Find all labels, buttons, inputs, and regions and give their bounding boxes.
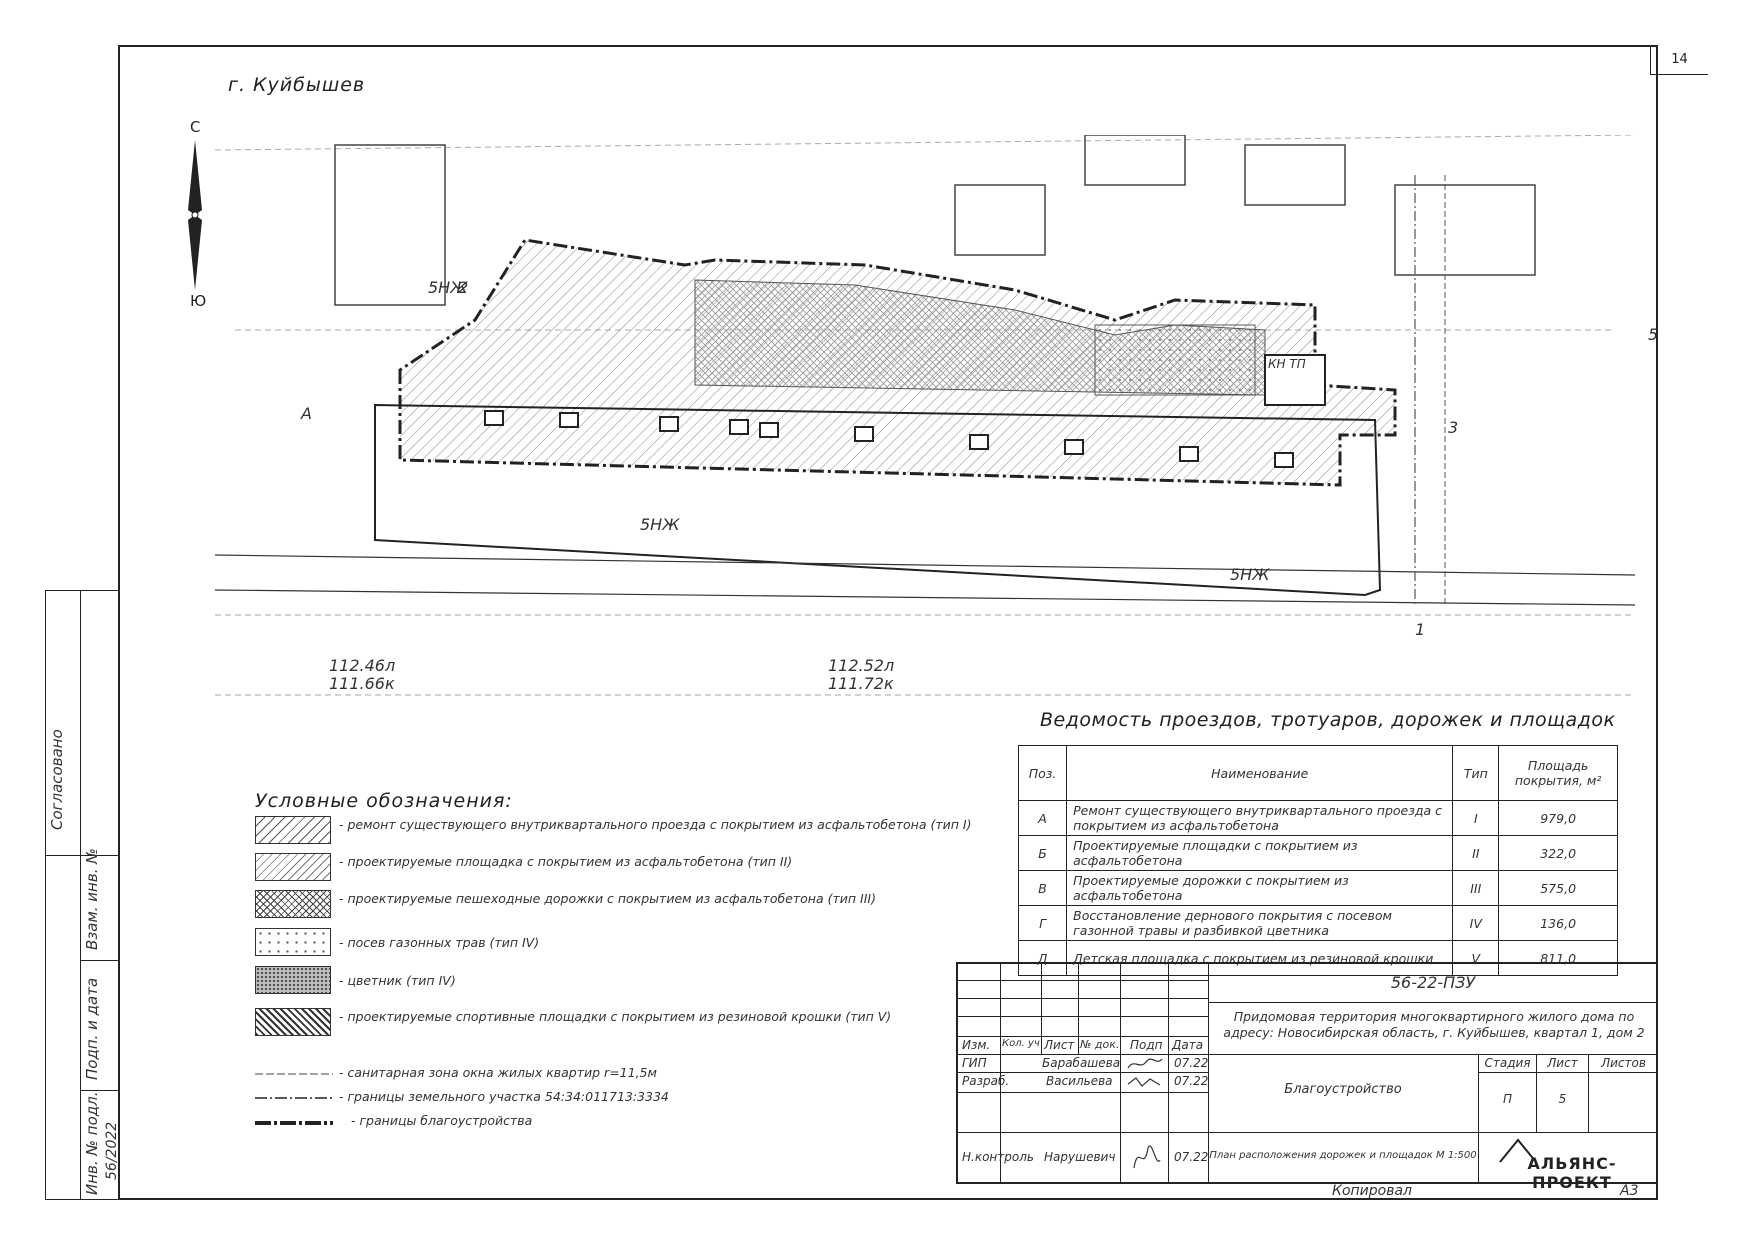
- date-gip: 07.22: [1174, 1056, 1209, 1070]
- table-row: Г Восстановление дернового покрытия с по…: [1017, 905, 1618, 941]
- legend-text: - проектируемые пешеходные дорожки с пок…: [339, 891, 876, 906]
- table-cell: 575,0: [1498, 870, 1618, 906]
- name-razrab: Васильева: [1046, 1074, 1113, 1088]
- table-cell: В: [1017, 870, 1068, 906]
- signature-icon: [1127, 1077, 1161, 1087]
- table-cell: Восстановление дернового покрытия с посе…: [1066, 905, 1454, 941]
- table-cell: 136,0: [1498, 905, 1618, 941]
- role-nkontrol: Н.контроль: [962, 1150, 1034, 1164]
- statement-title: Ведомость проездов, тротуаров, дорожек и…: [1040, 709, 1616, 731]
- statement-table: Поз. Наименование Тип Площадь покрытия, …: [1017, 745, 1618, 976]
- compass-arrow-icon: [188, 140, 202, 290]
- col-header: Наименование: [1066, 745, 1454, 801]
- table-cell: III: [1452, 870, 1500, 906]
- signature-icon: [1133, 1145, 1161, 1169]
- col-header-date: Дата: [1172, 1038, 1204, 1052]
- building-1-label: 1: [1415, 620, 1426, 639]
- signature-icon: [1127, 1058, 1163, 1069]
- dash-dot-line-icon: [255, 1097, 333, 1099]
- date-razrab: 07.22: [1174, 1074, 1209, 1088]
- parcel-label-1: 5НЖ: [640, 515, 680, 534]
- elev-2b: 111.72к: [828, 674, 894, 693]
- table-row: Б Проектируемые площадки с покрытием из …: [1017, 835, 1618, 871]
- agreed-label: Согласовано: [48, 729, 66, 830]
- sheet-value: 5: [1558, 1092, 1567, 1106]
- legend-text: - границы земельного участка 54:34:01171…: [339, 1089, 669, 1104]
- legend-swatch-hatch: [255, 816, 331, 844]
- name-gip: Барабашева: [1042, 1056, 1121, 1070]
- table-cell: Проектируемые площадки с покрытием из ас…: [1066, 835, 1454, 871]
- role-gip: ГИП: [962, 1056, 987, 1070]
- zone-a-label: А: [301, 404, 312, 423]
- legend-text: - ремонт существующего внутриквартальног…: [339, 817, 972, 832]
- table-cell: 322,0: [1498, 835, 1618, 871]
- inv-zam-label: Взам. инв. №: [83, 848, 101, 950]
- legend-text: - санитарная зона окна жилых квартир r=1…: [339, 1065, 657, 1080]
- title-block: Изм. Кол. уч Лист № док. Подп Дата ГИП Б…: [956, 962, 1658, 1192]
- name-nkontrol: Нарушевич: [1044, 1150, 1116, 1164]
- table-cell: Г: [1017, 905, 1068, 941]
- legend-swatch-dots: [255, 928, 331, 956]
- building-2-label: 2: [458, 278, 469, 297]
- table-cell: II: [1452, 835, 1500, 871]
- table-row: В Проектируемые дорожки с покрытием из а…: [1017, 870, 1618, 906]
- col-header: Поз.: [1017, 745, 1068, 801]
- legend-swatch-grey: [255, 966, 331, 994]
- table-cell: 979,0: [1498, 800, 1618, 836]
- col-header-kol: Кол. уч: [1002, 1038, 1040, 1049]
- table-cell: Б: [1017, 835, 1068, 871]
- thin-dash-line-icon: [255, 1073, 333, 1075]
- legend-swatch-hatch2: [255, 853, 331, 881]
- table-cell: А: [1017, 800, 1068, 836]
- inv-value: 56/2022: [104, 1121, 120, 1180]
- elev-1a: 112.46л: [329, 656, 396, 675]
- inv-orig-label: Инв. № подл.: [83, 1091, 101, 1195]
- table-cell: I: [1452, 800, 1500, 836]
- table-cell: IV: [1452, 905, 1500, 941]
- legend-swatch-cross: [255, 890, 331, 918]
- section-name: Благоустройство: [1284, 1082, 1402, 1097]
- street-5-label: 5: [1648, 325, 1659, 344]
- sheets-header: Листов: [1601, 1056, 1646, 1070]
- sheet-header: Лист: [1547, 1056, 1578, 1070]
- bold-dash-line-icon: [255, 1121, 333, 1125]
- col-header: Площадь покрытия, м²: [1498, 745, 1618, 801]
- project-name: Придомовая территория многоквартирного ж…: [1223, 1009, 1645, 1040]
- table-row: А Ремонт существующего внутриквартальног…: [1017, 800, 1618, 836]
- col-header-list: Лист: [1044, 1038, 1075, 1052]
- col-header: Тип: [1452, 745, 1500, 801]
- compass-south: Ю: [190, 292, 207, 310]
- copied-label: Копировал: [1332, 1183, 1412, 1199]
- legend-text: - посев газонных трав (тип IV): [339, 935, 540, 950]
- role-razrab: Разраб.: [962, 1074, 1010, 1088]
- table-header-row: Поз. Наименование Тип Площадь покрытия, …: [1017, 745, 1618, 801]
- parcel-label-2: 5НЖ: [1230, 565, 1270, 584]
- table-cell: Ремонт существующего внутриквартального …: [1066, 800, 1454, 836]
- legend-text: - границы благоустройства: [351, 1113, 533, 1128]
- sheet-title: План расположения дорожек и площадок М 1…: [1209, 1150, 1477, 1161]
- legend-text: - цветник (тип IV): [339, 973, 456, 988]
- kn-tp-label: КН ТП: [1268, 357, 1306, 371]
- compass-north: С: [190, 118, 201, 136]
- legend-text: - проектируемые спортивные площадки с по…: [339, 1009, 892, 1024]
- col-header-sign: Подп: [1130, 1038, 1163, 1052]
- stage-value: П: [1502, 1092, 1513, 1106]
- building-3-label: 3: [1448, 418, 1459, 437]
- legend-text: - проектируемые площадка с покрытием из …: [339, 854, 793, 869]
- date-nkontrol: 07.22: [1174, 1150, 1209, 1164]
- sign-date-label: Подп. и дата: [83, 977, 101, 1080]
- side-stamp: [45, 590, 118, 1200]
- legend-title: Условные обозначения:: [255, 790, 513, 812]
- elev-1b: 111.66к: [329, 674, 395, 693]
- col-header-izm: Изм.: [962, 1038, 991, 1052]
- stage-header: Стадия: [1484, 1056, 1531, 1070]
- table-cell: Проектируемые дорожки с покрытием из асф…: [1066, 870, 1454, 906]
- city-label: г. Куйбышев: [228, 74, 366, 96]
- elev-2a: 112.52л: [828, 656, 895, 675]
- drawing-code: 56-22-ПЗУ: [1390, 973, 1476, 992]
- legend-swatch-dark: [255, 1008, 331, 1036]
- col-header-doc: № док.: [1080, 1038, 1120, 1051]
- sheet-number: 14: [1650, 46, 1708, 75]
- format-label: А3: [1620, 1183, 1639, 1199]
